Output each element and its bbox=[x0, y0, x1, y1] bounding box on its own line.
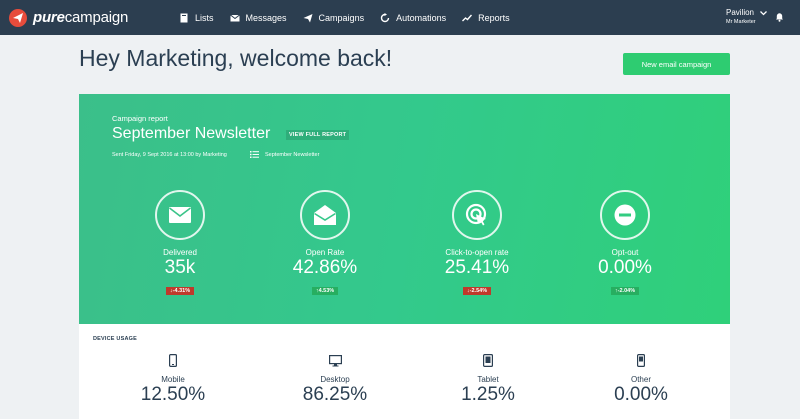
new-email-campaign-button[interactable]: New email campaign bbox=[623, 53, 730, 75]
tablet-icon bbox=[483, 354, 494, 368]
paper-plane-icon bbox=[303, 13, 313, 22]
user-role: Mr Marketer bbox=[725, 19, 756, 25]
metric-value: 42.86% bbox=[292, 257, 358, 278]
metric-change-badge: ↓-2.54% bbox=[462, 287, 492, 295]
metric-opt-out-circle bbox=[600, 190, 650, 240]
device-desktop: Desktop 86.25% bbox=[275, 354, 395, 406]
minus-circle-icon bbox=[614, 204, 636, 226]
nav-messages-label: Messages bbox=[245, 12, 287, 23]
campaign-title: September Newsletter bbox=[112, 125, 271, 142]
target-click-icon bbox=[465, 203, 487, 226]
envelope-icon bbox=[229, 14, 240, 21]
metric-open-rate-circle bbox=[300, 190, 350, 240]
metric-label: Delivered bbox=[163, 248, 197, 257]
metric-delivered-circle bbox=[155, 190, 205, 240]
sent-info: Sent Friday, 9 Sept 2016 at 13:00 by Mar… bbox=[112, 152, 227, 158]
paper-plane-logo-icon bbox=[9, 8, 27, 27]
logo-text: purecampaign bbox=[33, 9, 129, 26]
user-menu[interactable]: Pavilion Mr Marketer bbox=[726, 8, 767, 26]
device-name: Desktop bbox=[320, 375, 350, 384]
metric-change-badge: ↑4.53% bbox=[311, 287, 339, 295]
list-reference[interactable]: September Newsletter bbox=[250, 151, 319, 158]
device-mobile: Mobile 12.50% bbox=[113, 354, 233, 406]
envelope-open-icon bbox=[314, 205, 336, 225]
device-name: Tablet bbox=[477, 375, 499, 384]
device-value: 12.50% bbox=[140, 384, 206, 405]
refresh-icon bbox=[380, 12, 390, 22]
mobile-icon bbox=[169, 354, 178, 368]
top-nav: purecampaign Lists Messages Campaigns Au… bbox=[0, 0, 800, 35]
device-value: 1.25% bbox=[461, 384, 515, 405]
metric-opt-out: Opt-out 0.00% ↑-2.04% bbox=[565, 190, 685, 297]
metric-label: Open Rate bbox=[305, 248, 345, 257]
bell-icon[interactable] bbox=[775, 12, 784, 22]
metric-click-to-open-circle bbox=[452, 190, 502, 240]
nav-automations-label: Automations bbox=[396, 12, 447, 23]
metric-label: Click-to-open rate bbox=[445, 248, 509, 257]
user-name: Pavilion bbox=[725, 8, 754, 17]
device-other: Other 0.00% bbox=[581, 354, 701, 406]
envelope-icon bbox=[169, 207, 191, 223]
nav-messages[interactable]: Messages bbox=[229, 12, 287, 23]
nav-lists[interactable]: Lists bbox=[179, 13, 214, 23]
nav-reports[interactable]: Reports bbox=[462, 13, 510, 23]
metric-value: 35k bbox=[164, 257, 196, 278]
desktop-icon bbox=[328, 355, 342, 367]
nav-campaigns-label: Campaigns bbox=[318, 12, 365, 23]
nav-campaigns[interactable]: Campaigns bbox=[303, 12, 365, 23]
list-name: September Newsletter bbox=[265, 151, 320, 158]
campaign-report-card: Campaign report September Newsletter VIE… bbox=[79, 94, 730, 324]
metric-open-rate: Open Rate 42.86% ↑4.53% bbox=[265, 190, 385, 297]
device-name: Mobile bbox=[161, 375, 185, 384]
page-title: Hey Marketing, welcome back! bbox=[79, 45, 393, 71]
list-icon bbox=[250, 151, 259, 158]
campaign-report-label: Campaign report bbox=[112, 114, 168, 123]
main-nav: Lists Messages Campaigns Automations Rep… bbox=[179, 12, 526, 23]
device-name: Other bbox=[630, 375, 651, 384]
device-value: 0.00% bbox=[614, 384, 668, 405]
metric-delivered: Delivered 35k ↓-4.31% bbox=[120, 190, 240, 297]
metric-click-to-open: Click-to-open rate 25.41% ↓-2.54% bbox=[417, 190, 537, 297]
device-usage-label: DEVICE USAGE bbox=[93, 336, 137, 342]
metric-value: 25.41% bbox=[444, 257, 510, 278]
device-value: 86.25% bbox=[302, 384, 368, 405]
metric-label: Opt-out bbox=[611, 248, 639, 257]
metric-value: 0.00% bbox=[598, 257, 652, 278]
logo[interactable]: purecampaign bbox=[9, 8, 159, 27]
book-icon bbox=[180, 13, 188, 22]
metric-change-badge: ↑-2.04% bbox=[610, 287, 640, 295]
nav-automations[interactable]: Automations bbox=[380, 12, 447, 23]
nav-lists-label: Lists bbox=[195, 12, 214, 23]
view-full-report-button[interactable]: VIEW FULL REPORT bbox=[286, 130, 350, 140]
device-tablet: Tablet 1.25% bbox=[428, 354, 548, 406]
metric-change-badge: ↓-4.31% bbox=[165, 287, 195, 295]
other-device-icon bbox=[637, 354, 646, 368]
nav-reports-label: Reports bbox=[478, 12, 510, 23]
device-usage-panel: DEVICE USAGE Mobile 12.50% Desktop 86.25… bbox=[79, 324, 730, 419]
trend-icon bbox=[462, 14, 473, 21]
chevron-down-icon bbox=[760, 10, 767, 15]
